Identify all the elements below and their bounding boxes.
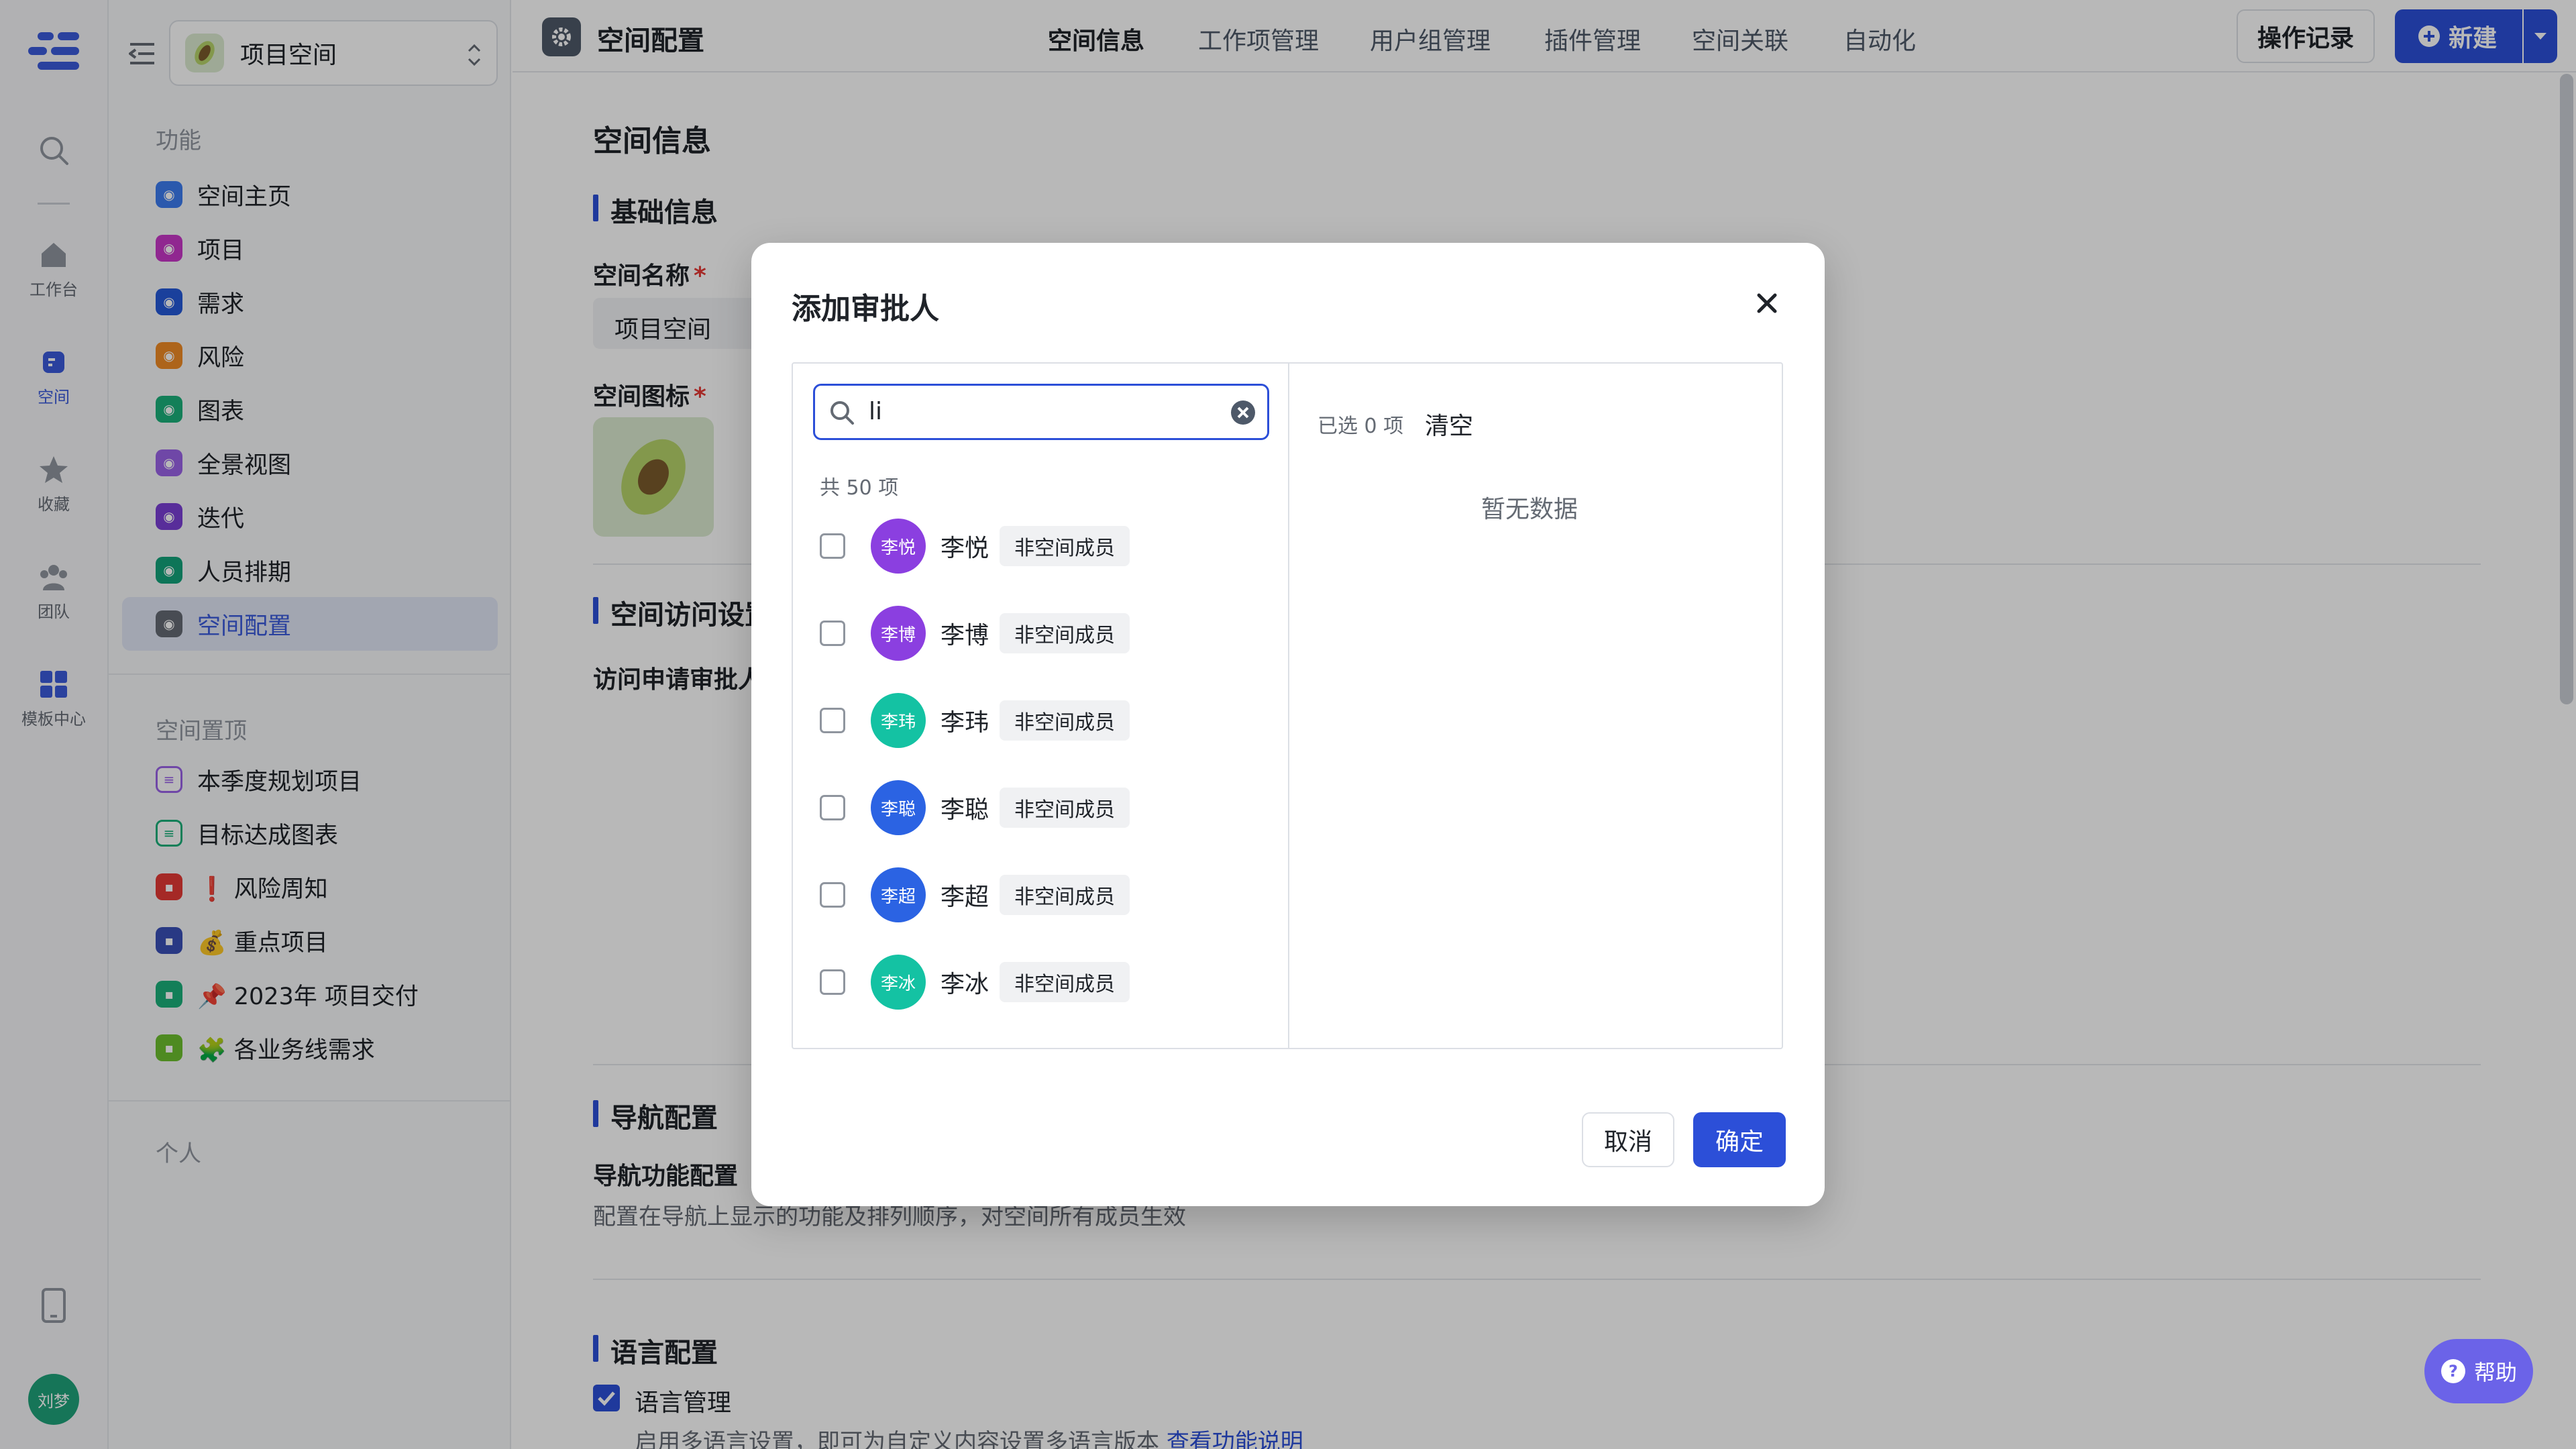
candidate-name: 李博: [941, 622, 989, 649]
non-member-badge: 非空间成员: [1000, 962, 1130, 1002]
candidate-avatar: 李玮: [871, 693, 926, 748]
candidate-row[interactable]: 李超 李超 非空间成员: [812, 861, 1275, 928]
candidate-row[interactable]: 李博 李博 非空间成员: [812, 600, 1275, 667]
add-approver-modal: 添加审批人 li 共 50 项 已选 0 项 清空 暂无数据 取消 确定 李悦李…: [751, 243, 1825, 1206]
non-member-badge: 非空间成员: [1000, 526, 1130, 566]
candidate-row[interactable]: 李悦 李悦 非空间成员: [812, 513, 1275, 580]
candidate-checkbox[interactable]: [820, 621, 845, 646]
candidate-row[interactable]: 李玮 李玮 非空间成员: [812, 687, 1275, 754]
candidate-checkbox[interactable]: [820, 795, 845, 820]
cancel-button[interactable]: 取消: [1582, 1112, 1674, 1167]
help-button[interactable]: ? 帮助: [2424, 1339, 2533, 1403]
candidate-name: 李冰: [941, 971, 989, 998]
candidate-avatar: 李悦: [871, 519, 926, 574]
search-icon: [830, 401, 854, 425]
non-member-badge: 非空间成员: [1000, 788, 1130, 828]
candidate-name: 李聪: [941, 796, 989, 824]
candidate-avatar: 李聪: [871, 780, 926, 835]
candidate-row[interactable]: 李冰 李冰 非空间成员: [812, 949, 1275, 1016]
svg-text:?: ?: [2449, 1362, 2458, 1381]
candidate-checkbox[interactable]: [820, 533, 845, 559]
non-member-badge: 非空间成员: [1000, 700, 1130, 741]
search-input[interactable]: li: [813, 384, 1269, 440]
question-icon: ?: [2440, 1359, 2465, 1383]
help-label: 帮助: [2473, 1360, 2517, 1385]
candidate-row[interactable]: 李聪 李聪 非空间成员: [812, 774, 1275, 841]
clear-selected-button[interactable]: 清空: [1425, 407, 1473, 441]
candidate-checkbox[interactable]: [820, 708, 845, 733]
candidate-avatar: 李博: [871, 606, 926, 661]
candidate-checkbox[interactable]: [820, 882, 845, 908]
close-icon[interactable]: [1754, 290, 1780, 317]
candidate-name: 李悦: [941, 535, 989, 562]
candidate-avatar: 李冰: [871, 955, 926, 1010]
candidate-name: 李玮: [941, 709, 989, 737]
candidate-avatar: 李超: [871, 867, 926, 922]
modal-title: 添加审批人: [792, 292, 939, 326]
selected-count: 已选 0 项: [1318, 415, 1404, 438]
non-member-badge: 非空间成员: [1000, 875, 1130, 915]
clear-search-icon[interactable]: [1230, 399, 1256, 426]
candidate-name: 李超: [941, 883, 989, 911]
empty-state-text: 暂无数据: [1481, 496, 1578, 523]
search-value: li: [869, 398, 883, 425]
candidate-checkbox[interactable]: [820, 969, 845, 995]
confirm-button[interactable]: 确定: [1693, 1112, 1786, 1167]
result-count: 共 50 项: [820, 476, 899, 500]
non-member-badge: 非空间成员: [1000, 613, 1130, 653]
